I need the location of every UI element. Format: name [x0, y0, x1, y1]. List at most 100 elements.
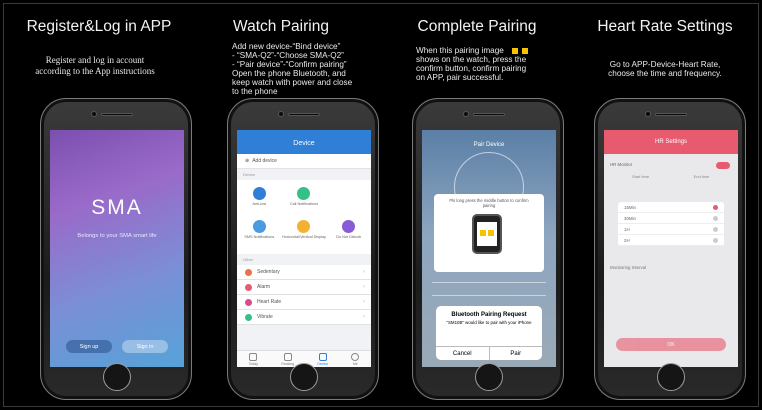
frequency-option[interactable]: 15Min	[618, 202, 724, 213]
camera-icon	[91, 111, 97, 117]
time-range: Start time End time	[610, 174, 732, 200]
section-label: Device	[243, 172, 256, 177]
ranking-icon	[283, 352, 292, 361]
anti-lost-item[interactable]: Anti-lost	[237, 184, 282, 217]
camera-icon	[463, 111, 469, 117]
call-notifications-item[interactable]: Call Notifications	[282, 184, 327, 217]
do-not-disturb-item[interactable]: Do Not Disturb	[326, 217, 371, 250]
column-description: When this pairing image shows on the wat…	[416, 46, 566, 82]
status-bar	[604, 130, 738, 138]
status-bar	[237, 130, 371, 138]
frequency-option[interactable]: 30Min	[618, 213, 724, 224]
pairing-hint: Pls long press the middle button to conf…	[449, 198, 529, 208]
phone-mockup: HR Settings HR Monitor Start time End ti…	[594, 98, 746, 400]
home-button[interactable]	[475, 363, 503, 391]
column-watch-pairing: Watch Pairing Add new device-“Bind devic…	[190, 0, 380, 410]
sedentary-icon	[245, 268, 252, 276]
phone-screen: HR Settings HR Monitor Start time End ti…	[604, 130, 738, 367]
camera-icon	[645, 111, 651, 117]
vibrate-icon	[245, 313, 252, 321]
sms-icon	[252, 220, 266, 233]
status-bar	[422, 130, 556, 138]
speaker-grille	[655, 113, 687, 116]
phone-screen: SMA Belongs to your SMA smart life Sign …	[50, 130, 184, 367]
sedentary-row[interactable]: Sedentary ›	[237, 265, 371, 280]
phone-screen: Device ⊕ Add device Device Anti-lost Cal…	[237, 130, 371, 367]
phone-mockup: Pair Device Pls long press the middle bu…	[412, 98, 564, 400]
radio-icon	[713, 237, 718, 243]
hr-monitor-label: HR Monitor	[610, 162, 633, 167]
end-time[interactable]: End time	[671, 174, 732, 200]
pairing-image-icon	[512, 48, 519, 54]
page-title: Device	[293, 140, 315, 147]
tab-ranking[interactable]: Ranking	[281, 352, 294, 366]
sign-in-button[interactable]: Sign in	[122, 340, 168, 353]
moon-icon	[342, 220, 356, 233]
hr-monitor-toggle[interactable]	[716, 162, 730, 169]
radio-icon	[713, 215, 718, 221]
display-orientation-item[interactable]: Horizontal/Vertical Display	[282, 217, 327, 250]
vibrate-row[interactable]: Vibrate ›	[237, 310, 371, 325]
app-logo: SMA	[91, 196, 143, 219]
tab-me[interactable]: Me	[351, 352, 360, 366]
speaker-grille	[288, 113, 320, 116]
speaker-grille	[473, 113, 505, 116]
dialog-message: "SM10B" would like to pair with your iPh…	[446, 320, 532, 325]
app-header: Device	[237, 130, 371, 154]
sign-up-button[interactable]: Sign up	[66, 340, 112, 353]
monitoring-interval-label[interactable]: Monitoring Interval	[610, 265, 646, 270]
plus-circle-icon: ⊕	[245, 158, 250, 164]
frequency-option[interactable]: 2H	[618, 235, 724, 246]
status-bar	[50, 130, 184, 138]
display-icon	[297, 220, 311, 233]
tab-today[interactable]: Today	[249, 352, 258, 366]
column-complete-pairing: Complete Pairing When this pairing image…	[380, 0, 570, 410]
phone-mockup: SMA Belongs to your SMA smart life Sign …	[40, 98, 192, 400]
phone-mockup: Device ⊕ Add device Device Anti-lost Cal…	[227, 98, 379, 400]
phone-icon	[252, 187, 266, 200]
pairing-image-icon	[522, 48, 529, 54]
chevron-right-icon: ›	[363, 284, 365, 290]
device-icon	[318, 352, 327, 361]
radio-icon	[713, 226, 718, 232]
home-button[interactable]	[290, 363, 318, 391]
sms-notifications-item[interactable]: SMS Notifications	[237, 217, 282, 250]
speaker-grille	[101, 113, 133, 116]
column-register: Register&Log in APP Register and log in …	[0, 0, 192, 410]
phone-screen: Pair Device Pls long press the middle bu…	[422, 130, 556, 367]
column-description: Add new device-“Bind device” - “SMA-Q2”-…	[232, 42, 353, 96]
ok-button[interactable]: OK	[616, 338, 726, 351]
app-header: HR Settings	[604, 130, 738, 154]
pair-button[interactable]: Pair	[488, 347, 543, 360]
heart-rate-row[interactable]: Heart Rate ›	[237, 295, 371, 310]
pairing-hint-card: Pls long press the middle button to conf…	[434, 194, 544, 272]
watch-icon	[472, 214, 502, 254]
chevron-right-icon: ›	[363, 269, 365, 275]
add-device-row[interactable]: ⊕ Add device	[237, 154, 371, 169]
radio-selected-icon	[713, 204, 718, 210]
start-time[interactable]: Start time	[610, 174, 671, 200]
alarm-row[interactable]: Alarm ›	[237, 280, 371, 295]
page-title: Pair Device	[473, 142, 505, 148]
alarm-icon	[245, 283, 252, 291]
bluetooth-pairing-dialog: Bluetooth Pairing Request "SM10B" would …	[436, 306, 542, 360]
column-title: Complete Pairing	[417, 18, 537, 35]
feature-grid: Anti-lost Call Notifications SMS Notific…	[237, 180, 371, 254]
column-heart-rate: Heart Rate Settings Go to APP-Device-Hea…	[570, 0, 760, 410]
column-description: Register and log in account according to…	[35, 55, 155, 76]
home-button[interactable]	[103, 363, 131, 391]
page-title: HR Settings	[654, 139, 687, 145]
tab-device[interactable]: Device	[317, 352, 328, 366]
home-button[interactable]	[657, 363, 685, 391]
app-tagline: Belongs to your SMA smart life	[77, 233, 157, 239]
call-icon	[297, 187, 311, 200]
cancel-button[interactable]: Cancel	[436, 347, 489, 360]
section-label: Other	[243, 257, 254, 262]
column-description: Go to APP-Device-Heart Rate, choose the …	[608, 60, 722, 78]
chevron-right-icon: ›	[363, 299, 365, 305]
column-title: Watch Pairing	[233, 18, 329, 35]
dialog-title: Bluetooth Pairing Request	[451, 312, 527, 318]
heart-icon	[245, 298, 252, 306]
frequency-option[interactable]: 1H	[618, 224, 724, 235]
frequency-list: 15Min 30Min 1H 2H	[618, 202, 724, 246]
